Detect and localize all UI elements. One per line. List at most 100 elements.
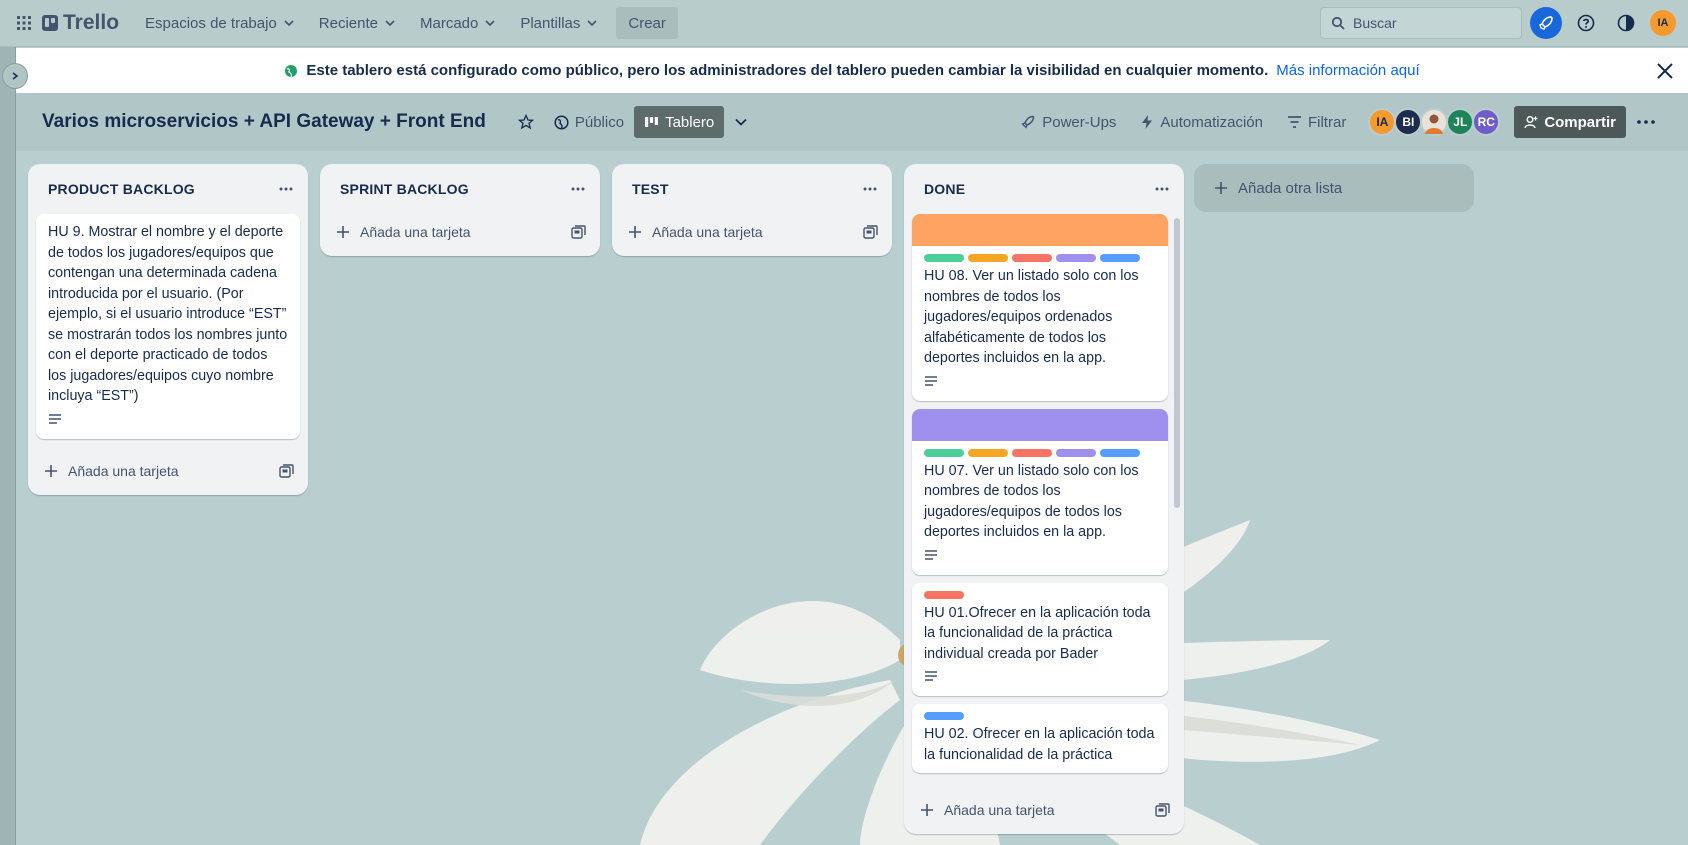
add-card-button[interactable]: Añada una tarjeta: [920, 802, 1055, 818]
menu-recent-label: Reciente: [318, 14, 378, 32]
board-view-button[interactable]: Tablero: [634, 106, 725, 138]
top-navigation-bar: Trello Espacios de trabajo Reciente Marc…: [0, 0, 1688, 47]
label-green[interactable]: [924, 448, 964, 457]
rocket-icon[interactable]: [1530, 7, 1562, 39]
label-purple[interactable]: [1056, 448, 1096, 457]
powerups-button[interactable]: Power-Ups: [1010, 106, 1126, 138]
chevron-down-icon: [485, 20, 495, 27]
powerups-label: Power-Ups: [1042, 113, 1117, 131]
automation-label: Automatización: [1160, 113, 1263, 131]
list-sprint-backlog: SPRINT BACKLOG Añada una tarjeta: [320, 164, 600, 256]
label-blue[interactable]: [1100, 254, 1140, 262]
description-icon: [925, 375, 937, 386]
label-blue[interactable]: [924, 712, 964, 720]
star-board-button[interactable]: [508, 106, 544, 138]
description-icon: [925, 671, 937, 681]
automation-button[interactable]: Automatización: [1130, 106, 1273, 138]
member-avatar[interactable]: RC: [1472, 108, 1501, 136]
list-title[interactable]: SPRINT BACKLOG: [340, 181, 469, 197]
chevron-down-icon: [735, 118, 747, 126]
add-list-button[interactable]: Añada otra lista: [1194, 164, 1474, 212]
card[interactable]: HU 07. Ver un listado solo con los nombr…: [912, 408, 1168, 575]
card-labels: [924, 712, 1156, 720]
globe-icon: [554, 114, 569, 130]
create-from-template-icon[interactable]: [571, 225, 586, 239]
menu-templates[interactable]: Plantillas: [510, 7, 608, 39]
banner-more-info-link[interactable]: Más información aquí: [1276, 62, 1419, 79]
plus-icon: [1215, 182, 1227, 194]
list-menu-icon[interactable]: [568, 179, 588, 199]
more-options-icon[interactable]: [1630, 106, 1662, 138]
create-from-template-icon[interactable]: [863, 225, 878, 239]
list-title[interactable]: DONE: [924, 181, 965, 197]
card-title: HU 01.Ofrecer en la aplicación toda la f…: [924, 604, 1151, 662]
list-scrollbar[interactable]: [1174, 218, 1180, 508]
label-red[interactable]: [1012, 254, 1052, 262]
menu-starred[interactable]: Marcado: [410, 7, 506, 39]
add-card-button[interactable]: Añada una tarjeta: [44, 463, 179, 479]
trello-logo-text: Trello: [63, 11, 120, 34]
card[interactable]: HU 9. Mostrar el nombre y el deporte de …: [36, 214, 300, 439]
list-product-backlog: PRODUCT BACKLOG HU 9. Mostrar el nombre …: [28, 164, 308, 495]
close-icon[interactable]: [1654, 60, 1676, 82]
add-card-label: Añada una tarjeta: [652, 224, 763, 240]
plus-icon: [45, 464, 57, 477]
member-avatar-photo[interactable]: [1420, 108, 1449, 136]
plus-icon: [921, 804, 933, 816]
app-switcher-icon[interactable]: [12, 11, 36, 35]
card-labels: [924, 590, 1156, 599]
share-button[interactable]: Compartir: [1514, 106, 1626, 138]
member-avatar[interactable]: JL: [1446, 108, 1475, 136]
filter-icon: [1287, 116, 1301, 128]
search-input[interactable]: Buscar: [1320, 7, 1522, 39]
menu-workspaces[interactable]: Espacios de trabajo: [135, 7, 305, 39]
card-title: HU 9. Mostrar el nombre y el deporte de …: [48, 224, 288, 404]
user-avatar[interactable]: IA: [1650, 10, 1676, 36]
public-board-banner: Este tablero está configurado como públi…: [16, 48, 1688, 93]
visibility-label: Público: [574, 113, 625, 131]
label-purple[interactable]: [1056, 254, 1096, 262]
list-menu-icon[interactable]: [276, 179, 296, 199]
trello-logo-icon: [42, 15, 58, 31]
card[interactable]: HU 02. Ofrecer en la aplicación toda la …: [912, 704, 1168, 773]
trello-logo[interactable]: Trello: [42, 11, 119, 35]
member-avatar[interactable]: BI: [1394, 108, 1423, 136]
expand-sidebar-button[interactable]: [2, 63, 28, 89]
add-person-icon: [1524, 116, 1538, 129]
done-card-container[interactable]: HU 08. Ver un listado solo con los nombr…: [904, 214, 1184, 786]
label-red[interactable]: [1012, 448, 1052, 457]
board-title[interactable]: Varios microservicios + API Gateway + Fr…: [42, 111, 486, 133]
add-card-label: Añada una tarjeta: [944, 802, 1055, 818]
label-green[interactable]: [924, 254, 964, 262]
board-members: IA BI JL RC: [1368, 108, 1501, 136]
add-card-button[interactable]: Añada una tarjeta: [628, 224, 763, 240]
chevron-down-icon: [587, 20, 597, 27]
label-blue[interactable]: [1100, 448, 1140, 457]
create-from-template-icon[interactable]: [279, 463, 294, 478]
chevron-down-icon: [284, 20, 294, 27]
menu-templates-label: Plantillas: [520, 14, 581, 32]
visibility-button[interactable]: Público: [544, 106, 634, 138]
label-red[interactable]: [924, 590, 964, 599]
collapsed-sidebar: [0, 47, 16, 845]
help-icon[interactable]: [1570, 7, 1602, 39]
list-title[interactable]: TEST: [632, 181, 669, 197]
list-test: TEST Añada una tarjeta: [612, 164, 892, 256]
card[interactable]: HU 01.Ofrecer en la aplicación toda la f…: [912, 582, 1168, 696]
create-button[interactable]: Crear: [616, 7, 678, 39]
globe-icon: [285, 64, 298, 77]
label-orange[interactable]: [968, 254, 1008, 262]
list-title[interactable]: PRODUCT BACKLOG: [48, 181, 195, 197]
menu-recent[interactable]: Reciente: [309, 7, 406, 39]
view-switcher-button[interactable]: [724, 106, 758, 138]
create-from-template-icon[interactable]: [1155, 803, 1170, 817]
list-menu-icon[interactable]: [1152, 179, 1172, 199]
member-avatar[interactable]: IA: [1368, 108, 1397, 136]
label-orange[interactable]: [968, 448, 1008, 457]
theme-toggle-icon[interactable]: [1610, 7, 1642, 39]
add-card-button[interactable]: Añada una tarjeta: [336, 224, 471, 240]
list-menu-icon[interactable]: [860, 179, 880, 199]
card[interactable]: HU 08. Ver un listado solo con los nombr…: [912, 214, 1168, 401]
filter-button[interactable]: Filtrar: [1277, 106, 1356, 138]
search-placeholder: Buscar: [1353, 15, 1397, 31]
